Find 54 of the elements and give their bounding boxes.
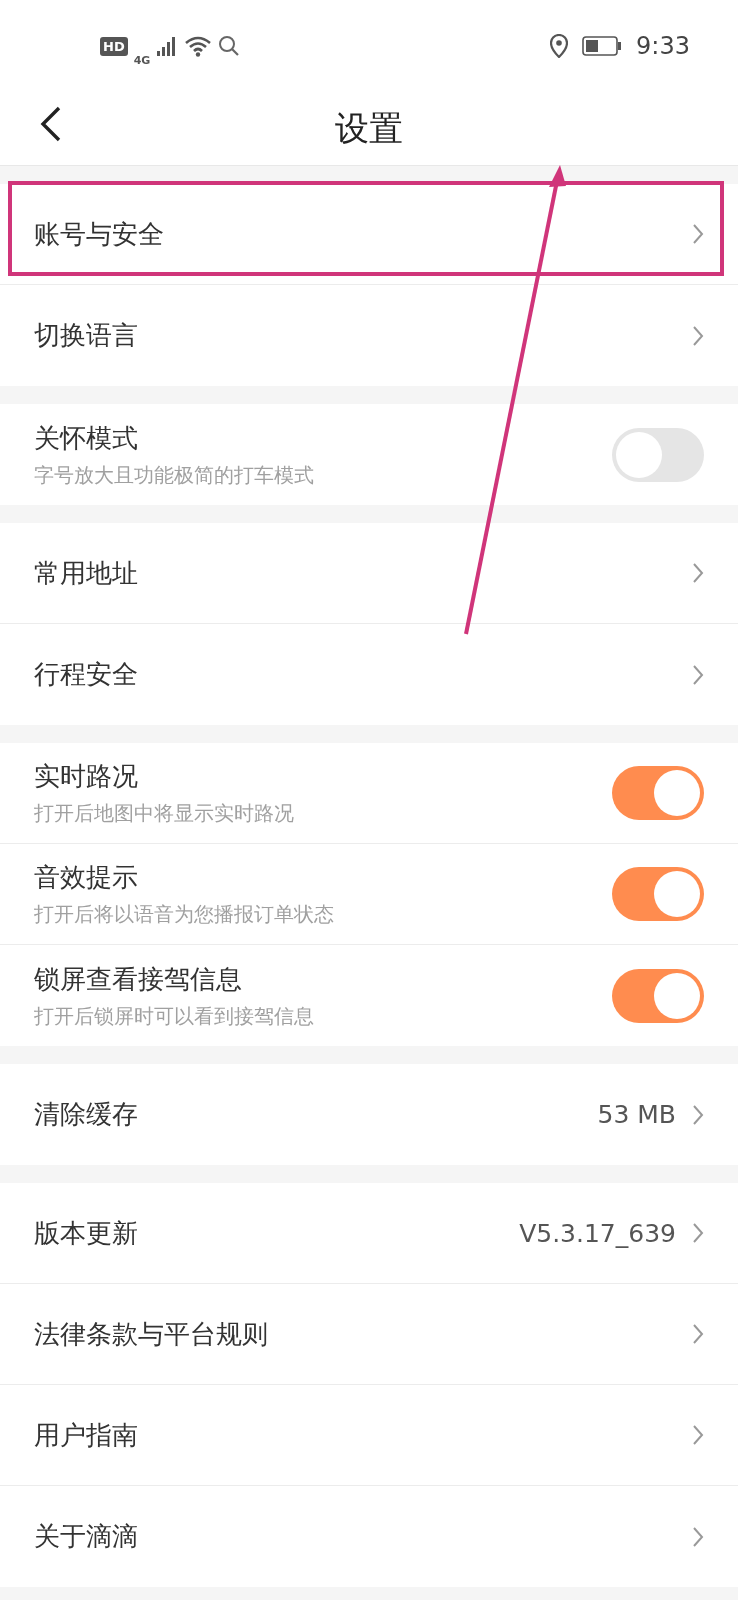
settings-row[interactable]: 关于滴滴 [0, 1486, 738, 1587]
row-description: 打开后锁屏时可以看到接驾信息 [34, 1002, 314, 1030]
row-label: 音效提示 [34, 861, 139, 894]
settings-row[interactable]: 账号与安全 [0, 184, 738, 285]
row-label: 清除缓存 [34, 1098, 138, 1131]
row-label: 版本更新 [34, 1216, 138, 1250]
row-label: 关怀模式 [34, 421, 139, 455]
settings-row[interactable]: 锁屏查看接驾信息 打开后锁屏时可以看到接驾信息 [0, 945, 738, 1046]
row-label: 行程安全 [34, 658, 138, 691]
settings-row[interactable]: 用户指南 [0, 1385, 738, 1486]
row-label: 实时路况 [34, 760, 139, 793]
chevron-icon [692, 562, 704, 584]
clock-time: 9:33 [636, 32, 690, 60]
wifi-icon [184, 35, 213, 57]
battery-icon [582, 35, 623, 57]
row-label: 锁屏查看接驾信息 [34, 962, 243, 996]
settings-row[interactable]: 清除缓存 53 MB [0, 1064, 738, 1165]
back-icon[interactable] [40, 106, 62, 142]
settings-row[interactable]: 常用地址 [0, 523, 738, 624]
chevron-icon [692, 1424, 704, 1446]
chevron-icon [692, 223, 704, 245]
settings-row[interactable]: 实时路况 打开后地图中将显示实时路况 [0, 743, 738, 844]
chevron-icon [692, 1103, 704, 1126]
row-description: 打开后将以语音为您播报订单状态 [34, 901, 334, 928]
row-label: 切换语言 [34, 319, 138, 352]
chevron-icon [692, 1222, 704, 1244]
row-label: 关于滴滴 [34, 1520, 138, 1553]
location-icon [550, 34, 569, 58]
row-description: 打开后地图中将显示实时路况 [34, 800, 294, 827]
chevron-icon [692, 324, 704, 347]
hd-badge: HD [100, 36, 128, 56]
page-title: 设置 [335, 106, 403, 150]
settings-row[interactable]: 行程安全 [0, 624, 738, 725]
settings-row[interactable]: 切换语言 [0, 285, 738, 386]
toggle-switch[interactable] [612, 766, 704, 820]
chevron-icon [692, 663, 704, 686]
chevron-icon [692, 1323, 704, 1345]
row-value: V5.3.17_639 [519, 1218, 676, 1248]
settings-row[interactable]: 关怀模式 字号放大且功能极简的打车模式 [0, 404, 738, 505]
row-value: 53 MB [597, 1100, 676, 1129]
settings-row[interactable]: 音效提示 打开后将以语音为您播报订单状态 [0, 844, 738, 945]
network-label: 4G [133, 53, 151, 67]
toggle-switch[interactable] [612, 968, 704, 1023]
row-label: 常用地址 [34, 556, 138, 590]
row-description: 字号放大且功能极简的打车模式 [34, 461, 314, 489]
settings-row[interactable]: 法律条款与平台规则 [0, 1284, 738, 1385]
row-label: 用户指南 [34, 1418, 138, 1452]
toggle-switch[interactable] [612, 867, 704, 921]
chevron-icon [692, 1525, 704, 1548]
settings-row[interactable]: 版本更新 V5.3.17_639 [0, 1183, 738, 1284]
search-icon [218, 35, 241, 57]
row-label: 法律条款与平台规则 [34, 1317, 268, 1351]
row-label: 账号与安全 [34, 217, 164, 251]
toggle-switch[interactable] [612, 427, 704, 482]
